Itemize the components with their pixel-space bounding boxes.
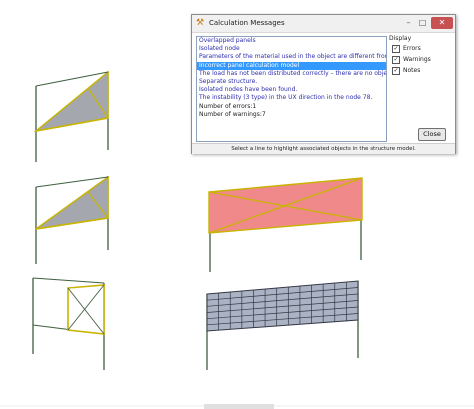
display-filter-group: Display ✓ Errors ✓ Warnings ✓ Notes xyxy=(389,35,451,90)
frame-panel-mesh[interactable] xyxy=(206,280,359,370)
errors-checkbox[interactable]: ✓ xyxy=(392,44,400,53)
notes-checkbox[interactable]: ✓ xyxy=(392,66,400,75)
warnings-checkbox[interactable]: ✓ xyxy=(392,55,400,64)
close-button[interactable]: Close xyxy=(418,128,446,141)
status-strip xyxy=(204,404,274,409)
message-item[interactable]: Parameters of the material used in the o… xyxy=(197,53,386,61)
calculation-messages-dialog[interactable]: ⚒ Calculation Messages – □ ✕ Overlapped … xyxy=(191,14,456,154)
notes-checkbox-row[interactable]: ✓ Notes xyxy=(392,66,420,75)
close-icon[interactable]: ✕ xyxy=(431,17,453,29)
panel-mesh xyxy=(206,280,359,332)
frame-panel-highlighted[interactable] xyxy=(208,177,363,272)
warnings-label: Warnings xyxy=(403,56,431,63)
notes-label: Notes xyxy=(403,67,421,74)
message-item[interactable]: Overlapped panels xyxy=(197,37,386,45)
message-item-selected[interactable]: Incorrect panel calculation model xyxy=(197,61,386,70)
message-item[interactable]: Isolated nodes have been found. xyxy=(197,86,386,94)
warnings-checkbox-row[interactable]: ✓ Warnings xyxy=(392,55,431,64)
errors-label: Errors xyxy=(403,45,421,52)
dialog-titlebar[interactable]: ⚒ Calculation Messages – □ ✕ xyxy=(192,15,455,33)
errors-checkbox-row[interactable]: ✓ Errors xyxy=(392,44,421,53)
message-item[interactable]: Isolated node xyxy=(197,45,386,53)
minimize-icon[interactable]: – xyxy=(402,17,415,29)
message-item[interactable]: Separate structure. xyxy=(197,78,386,86)
mesh-outline xyxy=(206,280,359,332)
frame-panel-gray-1[interactable] xyxy=(33,70,109,162)
error-count[interactable]: Number of errors:1 xyxy=(197,103,386,111)
beam-top-3 xyxy=(32,277,105,284)
maximize-icon[interactable]: □ xyxy=(416,17,429,29)
message-item[interactable]: The load has not been distributed correc… xyxy=(197,70,386,78)
dialog-title: Calculation Messages xyxy=(209,19,285,27)
messages-list[interactable]: Overlapped panels Isolated node Paramete… xyxy=(196,36,387,142)
dialog-status-text: Select a line to highlight associated ob… xyxy=(192,143,455,154)
message-item[interactable]: The instability (3 type) in the UX direc… xyxy=(197,94,386,102)
frame-crossed-panel[interactable] xyxy=(32,277,105,370)
warning-count[interactable]: Number of warnings:7 xyxy=(197,111,386,119)
frame-panel-gray-2[interactable] xyxy=(35,175,109,264)
display-label: Display xyxy=(389,35,412,42)
app-icon: ⚒ xyxy=(196,18,205,28)
